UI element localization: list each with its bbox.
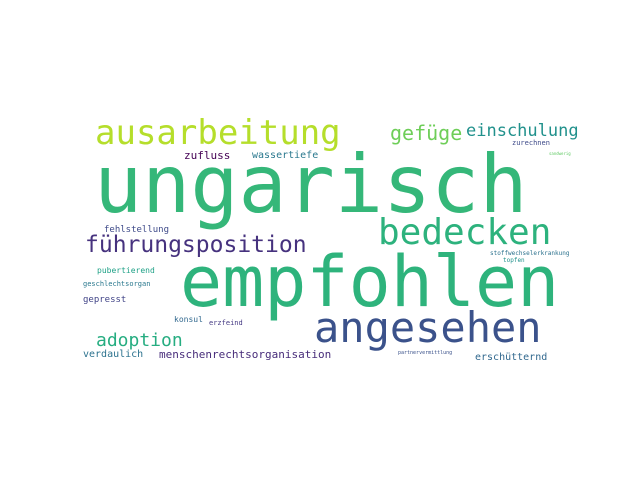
word-zurechnen: zurechnen	[512, 139, 550, 147]
word-gepresst: gepresst	[83, 295, 127, 305]
word-pubertierend: pubertierend	[97, 266, 155, 275]
word-cloud: ungarisch empfohlen ausarbeitung angeseh…	[0, 0, 640, 480]
word-konsul: konsul	[174, 315, 203, 324]
word-erschuetternd: erschütternd	[475, 352, 548, 363]
word-wassertiefe: wassertiefe	[252, 150, 319, 161]
word-verdaulich: verdaulich	[83, 349, 144, 360]
word-erzfeind: erzfeind	[209, 319, 243, 327]
word-geschlechtsorgan: geschlechtsorgan	[83, 280, 151, 288]
word-partnervermittlung: partnervermittlung	[398, 350, 453, 356]
word-einschulung: einschulung	[466, 121, 579, 141]
word-fuehrungsposition: führungsposition	[85, 232, 307, 258]
word-fehlstellung: fehlstellung	[104, 225, 170, 235]
word-gefuege: gefüge	[390, 121, 463, 145]
word-sandwerig: sandwerig	[549, 151, 571, 156]
word-stoffwechselerkrankung: stoffwechselerkrankung	[490, 250, 570, 257]
word-topfen: topfen	[503, 257, 525, 264]
word-menschenrechtsorganisation: menschenrechtsorganisation	[159, 348, 332, 361]
word-angesehen: angesehen	[314, 303, 542, 352]
word-ausarbeitung: ausarbeitung	[95, 113, 341, 153]
word-zufluss: zufluss	[184, 149, 231, 162]
word-bedecken: bedecken	[378, 212, 552, 253]
